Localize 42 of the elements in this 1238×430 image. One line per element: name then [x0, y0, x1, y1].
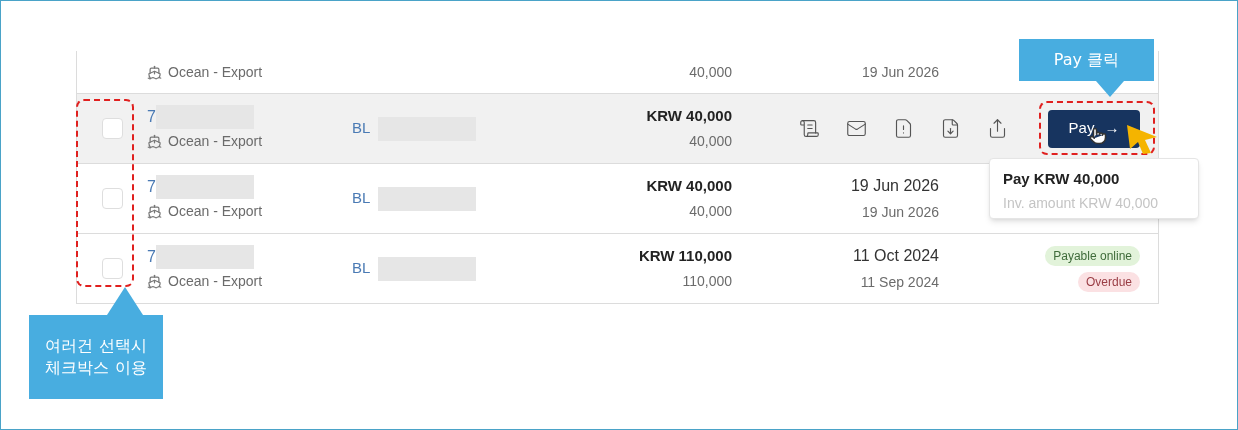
- issue-date: 11 Sep 2024: [860, 273, 939, 292]
- row-checkbox[interactable]: [101, 118, 123, 139]
- shipment-number[interactable]: 7: [147, 245, 156, 269]
- ship-icon: [147, 134, 162, 149]
- row-checkbox[interactable]: [101, 188, 123, 209]
- local-amount: 110,000: [682, 272, 732, 292]
- status-badge: Overdue: [1077, 271, 1140, 292]
- invoice-amount: KRW 40,000: [646, 175, 732, 196]
- shipment-number[interactable]: 7: [147, 105, 156, 129]
- issue-date: 19 Jun 2026: [861, 62, 939, 82]
- local-amount: 40,000: [689, 62, 732, 82]
- shipment-mode: Ocean - Export: [168, 62, 263, 82]
- row-checkbox[interactable]: [101, 258, 123, 279]
- bl-label[interactable]: BL: [352, 257, 371, 280]
- callout-pointer: [107, 287, 143, 315]
- tooltip-title: Pay KRW 40,000: [1003, 169, 1121, 189]
- annotation-callout: 여러건 선택시 체크박스 이용: [29, 315, 163, 399]
- ship-icon: [147, 274, 162, 289]
- ship-icon: [147, 64, 162, 80]
- due-date: 11 Oct 2024: [853, 246, 939, 266]
- tooltip-subtitle: Inv. amount KRW 40,000: [1003, 193, 1160, 213]
- local-amount: 40,000: [689, 132, 732, 152]
- shipment-number[interactable]: 7: [147, 175, 156, 199]
- mail-icon[interactable]: [846, 118, 867, 139]
- bl-label[interactable]: BL: [352, 187, 371, 210]
- local-amount: 40,000: [689, 202, 732, 222]
- due-date: 19 Jun 2026: [850, 176, 939, 196]
- status-badge: Payable online: [1045, 245, 1140, 266]
- issue-date: 19 Jun 2026: [861, 203, 939, 222]
- document-icon[interactable]: [799, 118, 820, 139]
- shipment-mode: Ocean - Export: [168, 132, 263, 151]
- invoice-amount: KRW 110,000: [638, 245, 732, 266]
- annotation-callout: Pay 클릭: [1019, 39, 1154, 81]
- arrow-cursor-icon: [1127, 125, 1159, 155]
- ship-icon: [147, 204, 162, 219]
- callout-pointer: [1096, 81, 1124, 97]
- invoice-amount: KRW 40,000: [646, 105, 732, 126]
- shipment-mode: Ocean - Export: [168, 272, 263, 291]
- share-icon[interactable]: [987, 118, 1008, 139]
- pay-button[interactable]: Pay →: [1048, 109, 1140, 148]
- shipment-mode: Ocean - Export: [168, 202, 263, 221]
- bl-label[interactable]: BL: [352, 117, 371, 140]
